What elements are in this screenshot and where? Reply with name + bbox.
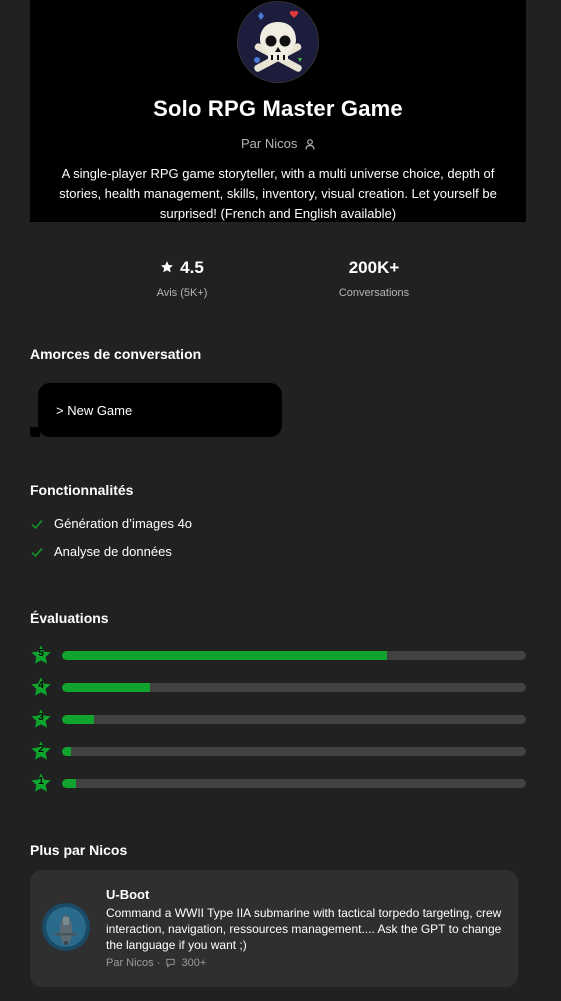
related-gpt-meta: Par Nicos · 300+ bbox=[106, 957, 206, 969]
related-gpt-card[interactable]: U-Boot Command a WWII Type IIA submarine… bbox=[30, 870, 518, 987]
rating-bar-track bbox=[62, 683, 526, 692]
starter-text[interactable]: > New Game bbox=[56, 403, 132, 418]
star-count: 2 bbox=[38, 744, 44, 755]
meta-separator: · bbox=[156, 957, 161, 969]
star-badge-icon: 3 bbox=[30, 708, 52, 730]
feature-label: Analyse de données bbox=[54, 544, 172, 559]
star-count: 5 bbox=[38, 648, 44, 659]
star-badge-icon: 1 bbox=[30, 772, 52, 794]
rating-bar-fill bbox=[62, 747, 72, 756]
check-icon bbox=[31, 520, 43, 530]
star-badge-icon: 4 bbox=[30, 676, 52, 698]
skull-logo-icon bbox=[238, 2, 318, 82]
starters-heading: Amorces de conversation bbox=[30, 346, 202, 362]
rating-bar-track bbox=[62, 747, 526, 756]
star-count: 3 bbox=[38, 712, 44, 723]
feature-label: Génération d’images 4o bbox=[54, 516, 193, 531]
related-gpt-name[interactable]: U-Boot bbox=[106, 887, 149, 902]
related-gpt-author: Par Nicos bbox=[106, 957, 154, 969]
related-gpt-count: 300+ bbox=[181, 957, 207, 969]
conversations-value: 200K+ bbox=[348, 258, 400, 277]
rating-bar-track bbox=[62, 651, 526, 660]
star-badge-icon: 2 bbox=[30, 740, 52, 762]
rating-row-1: 1 bbox=[30, 772, 526, 794]
gpt-title: Solo RPG Master Game bbox=[153, 96, 403, 121]
ratings-heading: Évaluations bbox=[30, 610, 109, 626]
submarine-thumbnail bbox=[42, 903, 90, 951]
gpt-avatar bbox=[238, 2, 318, 82]
rating-label: Avis (5K+) bbox=[156, 287, 208, 299]
related-gpt-description: Command a WWII Type IIA submarine with t… bbox=[106, 906, 502, 952]
conversations-label: Conversations bbox=[338, 287, 410, 299]
star-icon bbox=[161, 261, 174, 273]
chat-icon bbox=[166, 958, 176, 968]
person-icon bbox=[305, 139, 315, 150]
rating-row-2: 2 bbox=[30, 740, 526, 762]
rating-row-3: 3 bbox=[30, 708, 526, 730]
rating-row-4: 4 bbox=[30, 676, 526, 698]
features-heading: Fonctionnalités bbox=[30, 482, 134, 498]
gpt-description: A single-player RPG game storyteller, wi… bbox=[59, 166, 497, 221]
gpt-header: Solo RPG Master Game Par Nicos A single-… bbox=[30, 0, 526, 222]
rating-bar-track bbox=[62, 779, 526, 788]
rating-row-5: 5 bbox=[30, 644, 526, 666]
star-badge-icon: 5 bbox=[30, 644, 52, 666]
conversation-starter[interactable]: > New Game bbox=[30, 383, 282, 437]
gpt-byline: Par Nicos bbox=[30, 136, 526, 151]
rating-bar-track bbox=[62, 715, 526, 724]
rating-bar-fill bbox=[62, 715, 95, 724]
rating-bar-fill bbox=[62, 651, 387, 660]
rating-bar-fill bbox=[62, 683, 151, 692]
conversations-stat: 200K+ Conversations bbox=[294, 258, 454, 299]
check-icon bbox=[31, 548, 43, 558]
rating-value: 4.5 bbox=[180, 258, 204, 277]
star-count: 4 bbox=[38, 680, 44, 691]
rating-bar-fill bbox=[62, 779, 76, 788]
rating-stat: 4.5 Avis (5K+) bbox=[102, 258, 262, 299]
byline-text: Par Nicos bbox=[241, 136, 298, 151]
star-count: 1 bbox=[38, 776, 44, 787]
submarine-icon bbox=[42, 903, 90, 951]
more-heading: Plus par Nicos bbox=[30, 842, 128, 858]
